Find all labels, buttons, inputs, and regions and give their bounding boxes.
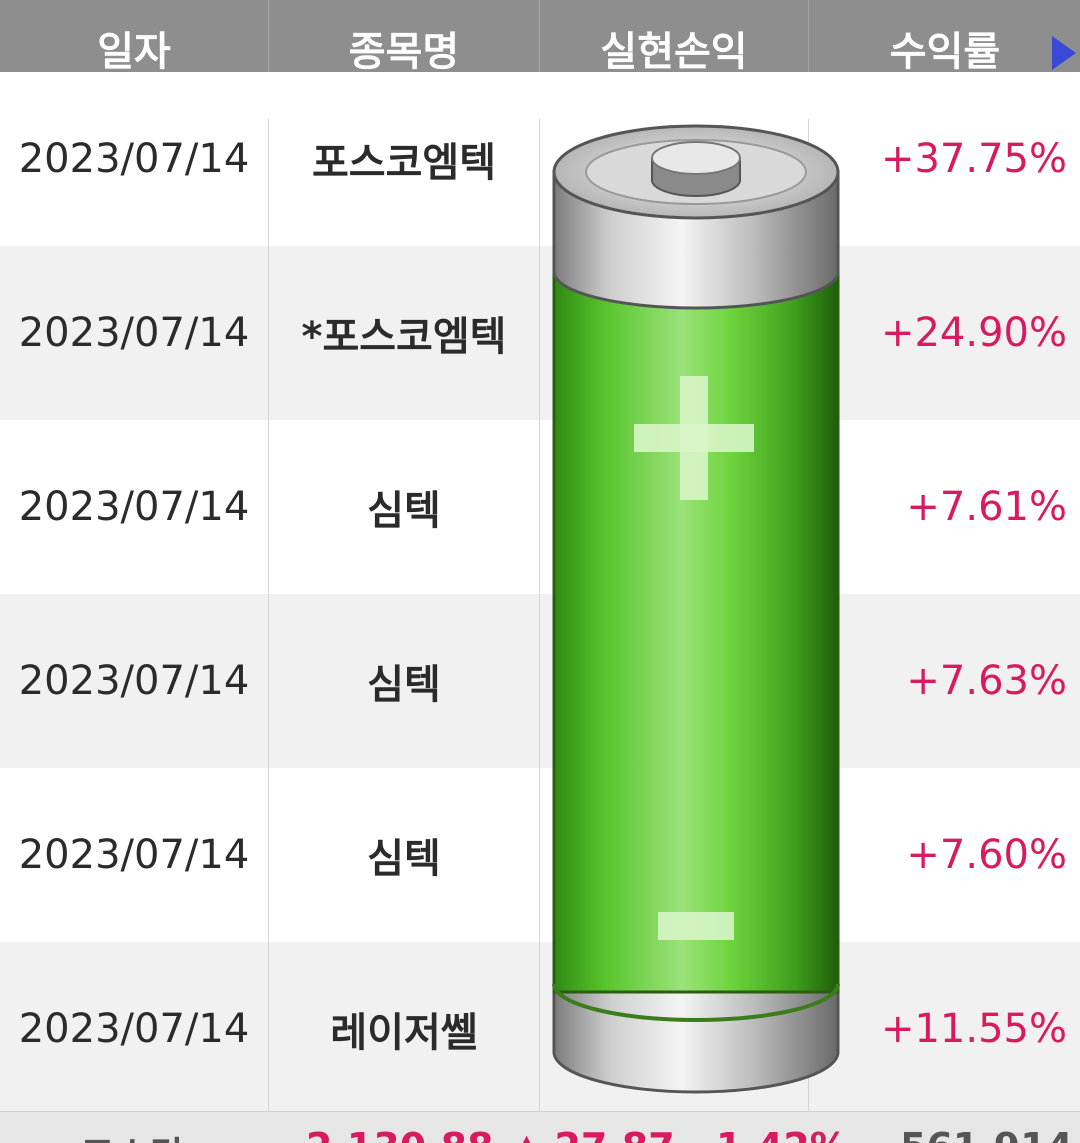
row-return-rate: +24.90%: [880, 310, 1067, 356]
row-date: 2023/07/14: [18, 484, 250, 530]
column-divider: [268, 119, 269, 1111]
row-stock-name: 심텍: [367, 836, 441, 882]
table-row[interactable]: 2023/07/14 레이저쎌 +11.55%: [0, 942, 1080, 1116]
row-stock-name: *포스코엠텍: [301, 314, 507, 360]
market-volume: 561,914: [900, 1125, 1073, 1143]
table-row[interactable]: 2023/07/14 심텍 +7.61%: [0, 420, 1080, 594]
row-date: 2023/07/14: [18, 136, 250, 182]
row-stock-name: 심텍: [367, 488, 441, 534]
trade-history-screen: 일자 종목명 실현손익 수익률 2023/07/14 포스코엠텍 +37.75%…: [0, 0, 1080, 1143]
row-date: 2023/07/14: [18, 310, 250, 356]
row-stock-name: 레이저쎌: [330, 1010, 478, 1056]
battery-icon: [552, 124, 840, 1094]
row-return-rate: +7.63%: [906, 658, 1067, 704]
market-summary-bar: 코스닥 2,130.88 ▲ 27.87 1.42% 561,914: [0, 1111, 1080, 1143]
table-row[interactable]: 2023/07/14 포스코엠텍 +37.75%: [0, 72, 1080, 246]
minus-sign-icon: [658, 912, 734, 940]
market-index: 2,130.88: [306, 1125, 494, 1143]
row-return-rate: +37.75%: [880, 136, 1067, 182]
row-return-rate: +7.60%: [906, 832, 1067, 878]
row-date: 2023/07/14: [18, 658, 250, 704]
scroll-right-arrow-icon[interactable]: [1052, 36, 1076, 70]
row-stock-name: 심텍: [367, 662, 441, 708]
table-row[interactable]: 2023/07/14 심텍 +7.63%: [0, 594, 1080, 768]
column-divider: [539, 119, 540, 1111]
market-change-percent: 1.42%: [716, 1125, 848, 1143]
market-label: 코스닥: [80, 1125, 185, 1143]
row-date: 2023/07/14: [18, 1006, 250, 1052]
table-row[interactable]: 2023/07/14 심텍 +7.60%: [0, 768, 1080, 942]
table-row[interactable]: 2023/07/14 *포스코엠텍 +24.90%: [0, 246, 1080, 420]
row-date: 2023/07/14: [18, 832, 250, 878]
row-return-rate: +11.55%: [880, 1006, 1067, 1052]
row-return-rate: +7.61%: [906, 484, 1067, 530]
market-change: ▲ 27.87: [512, 1125, 675, 1143]
row-stock-name: 포스코엠텍: [312, 140, 496, 186]
